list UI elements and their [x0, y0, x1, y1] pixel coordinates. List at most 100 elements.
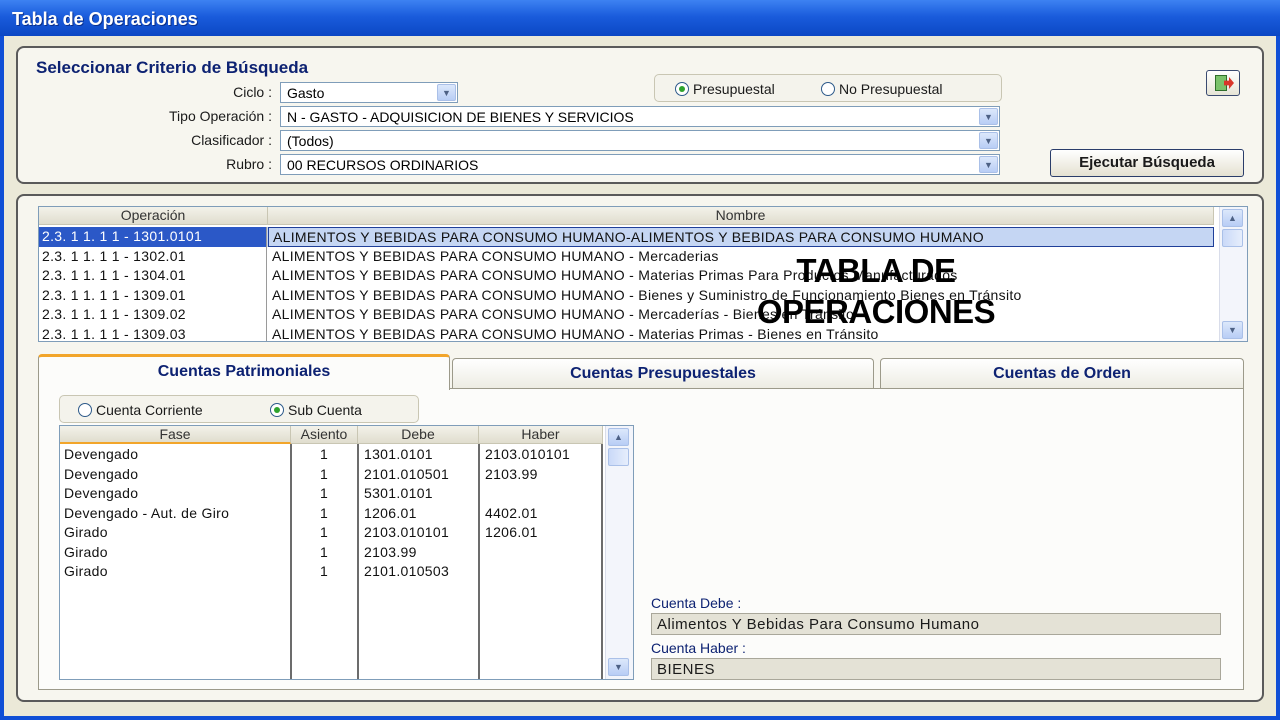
asiento-cell: 1 [320, 504, 329, 521]
presupuestal-radio-label: Presupuestal [693, 81, 775, 97]
no-presupuestal-radio[interactable]: No Presupuestal [821, 81, 943, 97]
chevron-down-icon[interactable]: ▼ [979, 156, 998, 173]
column-header-operacion[interactable]: Operación [39, 207, 268, 225]
window-title: Tabla de Operaciones [0, 0, 1280, 36]
debe-cell: 5301.0101 [364, 485, 433, 501]
no-presupuestal-radio-label: No Presupuestal [839, 81, 943, 97]
clasificador-label: Clasificador : [191, 132, 272, 148]
fase-cell: Devengado [64, 446, 139, 462]
cuenta-haber-label: Cuenta Haber : [651, 640, 746, 656]
debe-cell: 2103.99 [364, 543, 417, 560]
presupuestal-radio[interactable]: Presupuestal [675, 81, 775, 97]
tab-cuentas-patrimoniales[interactable]: Cuentas Patrimoniales [38, 354, 450, 390]
asiento-row[interactable]: Girado 1 2103.99 [60, 543, 603, 563]
cuenta-debe-label: Cuenta Debe : [651, 595, 742, 611]
haber-cell: 1206.01 [485, 524, 538, 540]
ciclo-value: Gasto [287, 85, 325, 101]
ciclo-label: Ciclo : [233, 84, 272, 100]
asiento-cell: 1 [320, 465, 329, 482]
presupuestal-radio-group: Presupuestal No Presupuestal [654, 74, 1002, 102]
debe-cell: 1301.0101 [364, 446, 433, 462]
column-header-debe[interactable]: Debe [358, 426, 479, 444]
operations-scrollbar[interactable]: ▲ ▼ [1219, 207, 1247, 341]
asiento-row[interactable]: Devengado 1 2101.010501 2103.99 [60, 465, 603, 485]
debe-cell: 2101.010503 [364, 563, 450, 579]
fase-cell: Girado [64, 543, 108, 560]
cuenta-haber-field: BIENES [651, 658, 1221, 680]
column-header-fase[interactable]: Fase [60, 426, 291, 444]
chevron-down-icon[interactable]: ▼ [437, 84, 456, 101]
tab-content-cuentas-patrimoniales: Cuenta Corriente Sub Cuenta Fase Asiento… [38, 388, 1244, 690]
scroll-up-icon[interactable]: ▲ [608, 428, 629, 446]
fase-cell: Girado [64, 563, 108, 579]
rubro-value: 00 RECURSOS ORDINARIOS [287, 157, 479, 173]
rubro-select[interactable]: 00 RECURSOS ORDINARIOS ▼ [280, 154, 1000, 175]
radio-unselected-icon [78, 403, 92, 417]
sub-cuenta-label: Sub Cuenta [288, 402, 362, 418]
fase-cell: Girado [64, 524, 108, 540]
scroll-thumb[interactable] [608, 448, 629, 466]
asiento-cell: 1 [320, 563, 329, 579]
tipo-operacion-label: Tipo Operación : [169, 108, 272, 124]
column-header-asiento[interactable]: Asiento [291, 426, 358, 444]
operacion-cell: 2.3. 1 1. 1 1 - 1302.01 [39, 246, 267, 266]
asiento-cell: 1 [320, 446, 329, 462]
execute-search-button[interactable]: Ejecutar Búsqueda [1050, 149, 1244, 177]
operacion-cell: 2.3. 1 1. 1 1 - 1309.03 [39, 324, 267, 341]
ciclo-select[interactable]: Gasto ▼ [280, 82, 458, 103]
app-window: Tabla de Operaciones Seleccionar Criteri… [0, 0, 1280, 720]
export-button[interactable] [1206, 70, 1240, 96]
clasificador-value: (Todos) [287, 133, 334, 149]
asiento-row[interactable]: Devengado 1 5301.0101 [60, 484, 603, 504]
operacion-cell: 2.3. 1 1. 1 1 - 1301.0101 [39, 227, 267, 247]
overlay-title-line2: OPERACIONES [756, 293, 996, 330]
column-header-nombre[interactable]: Nombre [268, 207, 1214, 225]
debe-cell: 2101.010501 [364, 465, 450, 482]
clasificador-select[interactable]: (Todos) ▼ [280, 130, 1000, 151]
cuenta-corriente-radio[interactable]: Cuenta Corriente [78, 402, 203, 418]
haber-cell: 4402.01 [485, 504, 538, 521]
asientos-grid: Fase Asiento Debe Haber Devengado 1 1301… [59, 425, 634, 680]
asiento-cell: 1 [320, 543, 329, 560]
radio-selected-icon [270, 403, 284, 417]
fase-cell: Devengado - Aut. de Giro [64, 504, 230, 521]
scroll-down-icon[interactable]: ▼ [608, 658, 629, 676]
column-header-haber[interactable]: Haber [479, 426, 603, 444]
chevron-down-icon[interactable]: ▼ [979, 132, 998, 149]
tab-cuentas-de-orden[interactable]: Cuentas de Orden [880, 358, 1244, 390]
cuenta-type-radio-group: Cuenta Corriente Sub Cuenta [59, 395, 419, 423]
asiento-row[interactable]: Girado 1 2103.010101 1206.01 [60, 523, 603, 543]
cuenta-debe-field: Alimentos Y Bebidas Para Consumo Humano [651, 613, 1221, 635]
asiento-cell: 1 [320, 485, 329, 501]
radio-selected-icon [675, 82, 689, 96]
search-criteria-panel: Seleccionar Criterio de Búsqueda Ciclo :… [16, 46, 1264, 184]
debe-cell: 1206.01 [364, 504, 417, 521]
sub-cuenta-radio[interactable]: Sub Cuenta [270, 402, 362, 418]
operacion-cell: 2.3. 1 1. 1 1 - 1309.02 [39, 305, 267, 325]
nombre-cell: ALIMENTOS Y BEBIDAS PARA CONSUMO HUMANO-… [268, 227, 1214, 247]
radio-unselected-icon [821, 82, 835, 96]
scroll-up-icon[interactable]: ▲ [1222, 209, 1243, 227]
fase-cell: Devengado [64, 465, 139, 482]
operacion-cell: 2.3. 1 1. 1 1 - 1309.01 [39, 285, 267, 305]
haber-cell: 2103.010101 [485, 446, 571, 462]
rubro-label: Rubro : [226, 156, 272, 172]
operations-grid: Operación Nombre 2.3. 1 1. 1 1 - 1301.01… [38, 206, 1248, 342]
tipo-operacion-select[interactable]: N - GASTO - ADQUISICION DE BIENES Y SERV… [280, 106, 1000, 127]
asiento-row[interactable]: Girado 1 2101.010503 [60, 562, 603, 582]
operacion-cell: 2.3. 1 1. 1 1 - 1304.01 [39, 266, 267, 286]
tab-cuentas-presupuestales[interactable]: Cuentas Presupuestales [452, 358, 874, 390]
overlay-title: TABLA DE OPERACIONES [706, 250, 1046, 332]
asiento-row[interactable]: Devengado - Aut. de Giro 1 1206.01 4402.… [60, 504, 603, 524]
asiento-cell: 1 [320, 524, 329, 540]
asientos-scrollbar[interactable]: ▲ ▼ [605, 426, 633, 679]
fase-cell: Devengado [64, 485, 139, 501]
search-criteria-title: Seleccionar Criterio de Búsqueda [36, 58, 309, 77]
operation-row[interactable]: 2.3. 1 1. 1 1 - 1301.0101 ALIMENTOS Y BE… [39, 227, 1214, 247]
haber-cell: 2103.99 [485, 465, 538, 482]
scroll-thumb[interactable] [1222, 229, 1243, 247]
overlay-title-line1: TABLA DE [796, 252, 956, 289]
asiento-row[interactable]: Devengado 1 1301.0101 2103.010101 [60, 445, 603, 465]
chevron-down-icon[interactable]: ▼ [979, 108, 998, 125]
scroll-down-icon[interactable]: ▼ [1222, 321, 1243, 339]
